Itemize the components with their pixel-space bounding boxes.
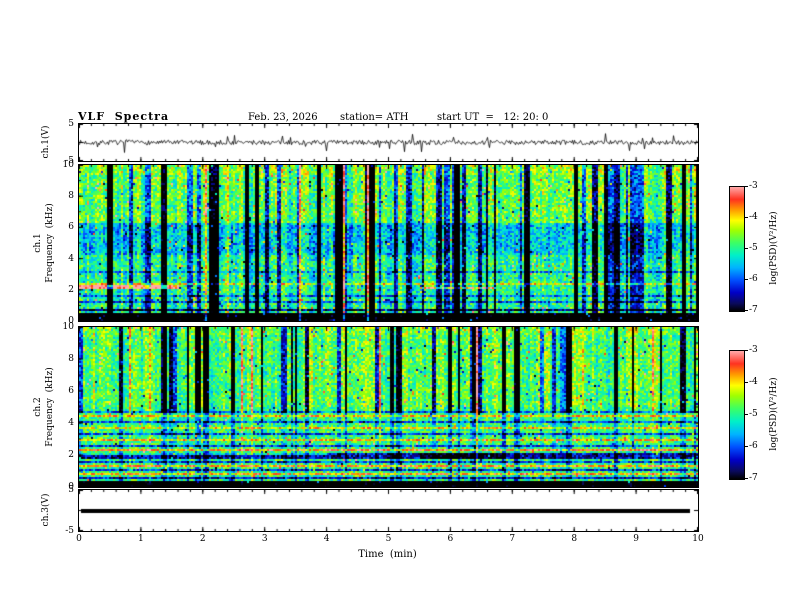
ch1-waveform-plot	[78, 123, 699, 162]
cb1-tick-label: -3	[749, 181, 758, 191]
ch3-wave-ytick-label: 5	[68, 485, 74, 495]
cb1-tick-mark	[745, 248, 748, 249]
cb2-tick-label: -3	[749, 345, 758, 355]
cb2-tick-mark	[745, 382, 748, 383]
x-tick-label: 6	[447, 534, 454, 544]
x-tick-label: 1	[138, 534, 144, 544]
cb1-tick-mark	[745, 279, 748, 280]
start-ut-label: start UT = 12: 20: 0	[437, 112, 549, 123]
ch2-colorbar	[729, 350, 745, 480]
x-axis-label: Time (min)	[358, 549, 417, 560]
ch1-spec-ytick-label: 6	[68, 222, 74, 233]
ch2-spec-ytick-label: 6	[68, 386, 74, 396]
cb1-tick-mark	[745, 186, 748, 187]
x-tick-label: 2	[199, 534, 206, 544]
ch2-spec-ytick-label: 2	[68, 450, 74, 460]
ch1-wave-ylabel: ch.1(V)	[41, 125, 51, 159]
date-label: Feb. 23, 2026	[248, 112, 318, 123]
ch1-spec-ylabel-channel: ch.1	[33, 233, 43, 253]
cb1-tick-mark	[745, 310, 748, 311]
cb1-tick-label: -5	[749, 243, 758, 253]
x-tick-label: 7	[509, 534, 516, 544]
figure-title: VLF Spectra	[78, 110, 170, 123]
ch1-wave-ytick-label: 5	[68, 119, 74, 129]
x-tick-label: 9	[633, 534, 639, 544]
cb2-tick-label: -5	[749, 409, 758, 419]
cb1-tick-label: -6	[749, 274, 758, 284]
ch2-spectrogram-plot	[78, 326, 699, 488]
ch2-spec-ytick-label: 8	[68, 354, 74, 364]
x-tick-label: 10	[692, 534, 704, 544]
x-tick-label: 3	[261, 534, 268, 544]
ch3-wave-ytick-label: -5	[65, 526, 74, 536]
ch3-waveform-plot	[78, 489, 699, 532]
ch1-spec-ytick-label: 2	[68, 284, 74, 295]
cb2-tick-mark	[745, 350, 748, 351]
cb2-tick-label: -6	[749, 441, 758, 451]
ch2-spec-ytick-label: 4	[68, 418, 74, 428]
ch3-wave-ylabel: ch.3(V)	[41, 493, 51, 527]
ch1-colorbar-label: log(PSD)(V²/Hz)	[769, 211, 779, 285]
cb2-tick-label: -7	[749, 473, 758, 483]
ch1-spectrogram-plot	[78, 164, 699, 322]
cb1-tick-mark	[745, 217, 748, 218]
x-tick-label: 5	[385, 534, 392, 544]
ch2-spec-ytick-label: 10	[62, 322, 74, 332]
ch1-spec-ytick-label: 4	[68, 253, 74, 264]
ch1-spec-ytick-label: 8	[68, 191, 74, 202]
station-label: station= ATH	[340, 112, 409, 123]
x-tick-label: 4	[323, 534, 330, 544]
ch1-colorbar	[729, 186, 745, 312]
ch1-spec-ylabel-frequency: Frequency (kHz)	[45, 203, 55, 283]
cb2-tick-mark	[745, 414, 748, 415]
ch2-spec-ylabel-frequency: Frequency (kHz)	[45, 367, 55, 447]
cb1-tick-label: -4	[749, 212, 758, 222]
ch2-colorbar-label: log(PSD)(V²/Hz)	[769, 377, 779, 451]
vlf-spectra-figure: VLF Spectra Feb. 23, 2026 station= ATH s…	[0, 0, 792, 612]
cb1-tick-label: -7	[749, 305, 758, 315]
x-tick-label: 8	[571, 534, 578, 544]
cb2-tick-label: -4	[749, 377, 758, 387]
cb2-tick-mark	[745, 478, 748, 479]
ch1-wave-ytick-label: -5	[65, 156, 74, 166]
cb2-tick-mark	[745, 446, 748, 447]
ch2-spec-ylabel-channel: ch.2	[33, 397, 43, 417]
